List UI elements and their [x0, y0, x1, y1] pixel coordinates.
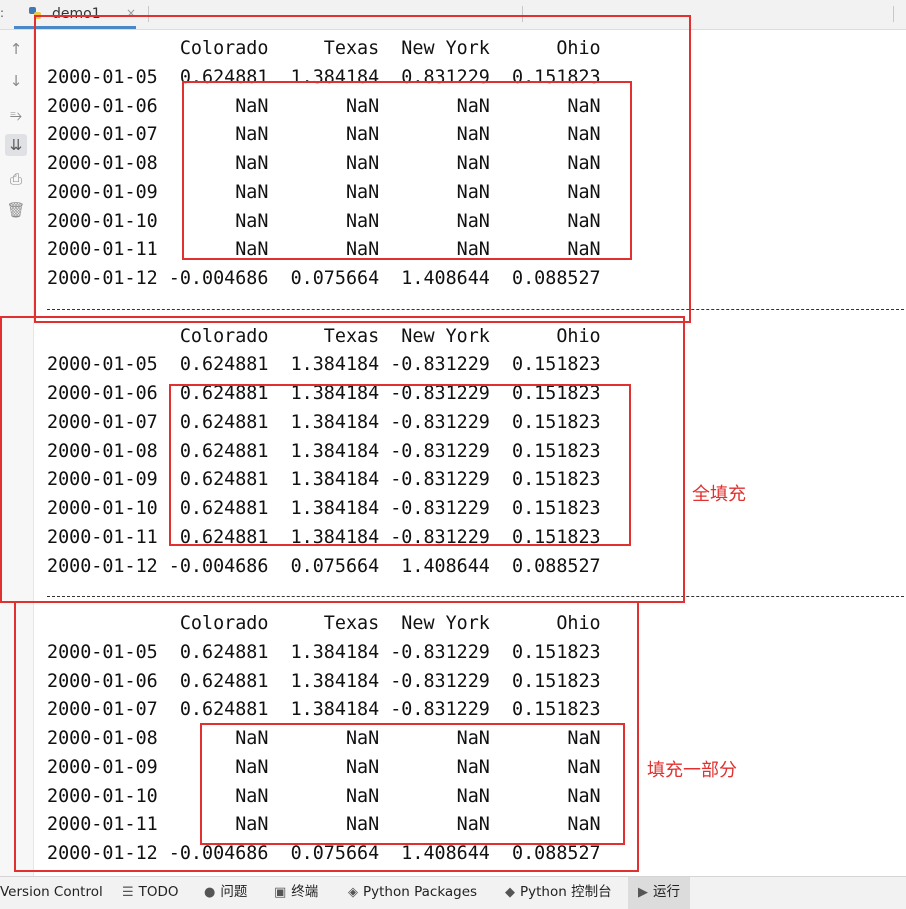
python-console-label: Python 控制台: [520, 884, 612, 900]
tool-window-bar: Version Control ☰ TODO ● 问题 ▣ 终端 ◈ Python Pa…: [0, 876, 906, 909]
tab-separator: [893, 6, 894, 22]
run-label: 运行: [653, 884, 680, 900]
print-icon[interactable]: ⎙: [5, 168, 27, 190]
run-icon: ▶: [638, 885, 648, 900]
annotation-full-fill: 全填充: [692, 484, 746, 505]
annotation-partial-fill: 填充一部分: [647, 760, 737, 781]
problems-label: 问题: [220, 884, 248, 900]
terminal-icon: ▣: [274, 885, 287, 900]
tab-overflow-glyph: :: [0, 6, 5, 20]
terminal-label: 终端: [291, 884, 319, 900]
arrow-up-icon[interactable]: ↑: [5, 38, 27, 60]
scroll-to-end-icon[interactable]: ⇊: [5, 134, 27, 156]
soft-wrap-icon[interactable]: ⥱: [5, 104, 27, 126]
trash-icon[interactable]: 🗑: [5, 199, 27, 221]
warning-icon: ●: [204, 885, 216, 900]
version-control-button[interactable]: Version Control: [0, 877, 103, 909]
annotation-box-inner: [182, 81, 632, 260]
list-icon: ☰: [122, 885, 134, 900]
problems-button[interactable]: ● 问题: [204, 877, 247, 909]
packages-icon: ◈: [348, 885, 358, 900]
version-control-label: Version Control: [0, 884, 103, 900]
todo-button[interactable]: ☰ TODO: [122, 877, 179, 909]
run-button[interactable]: ▶ 运行: [628, 877, 690, 909]
python-packages-button[interactable]: ◈ Python Packages: [348, 877, 477, 909]
todo-label: TODO: [138, 884, 179, 900]
arrow-down-icon[interactable]: ↓: [5, 70, 27, 92]
terminal-button[interactable]: ▣ 终端: [274, 877, 318, 909]
annotation-box-inner: [200, 723, 625, 845]
python-packages-label: Python Packages: [363, 884, 478, 900]
python-console-icon: ◆: [505, 885, 515, 900]
python-console-button[interactable]: ◆ Python 控制台: [505, 877, 612, 909]
annotation-box-inner: [169, 384, 631, 546]
